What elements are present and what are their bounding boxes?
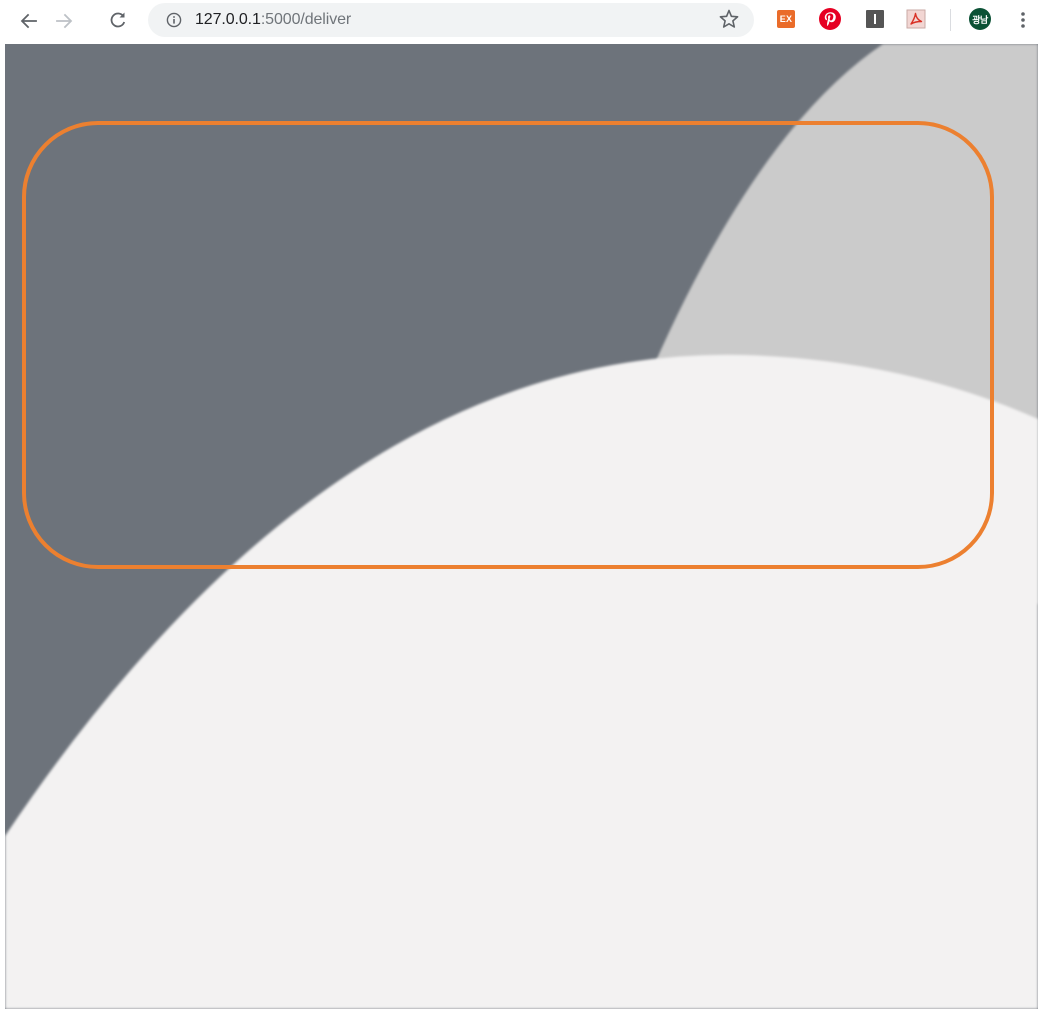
url-path: :5000/deliver — [260, 11, 352, 28]
instapaper-extension-button[interactable] — [866, 10, 884, 28]
page-background — [5, 44, 1038, 1009]
star-icon[interactable] — [718, 8, 740, 30]
forward-button[interactable] — [49, 6, 79, 36]
toolbar-divider — [950, 9, 951, 31]
address-bar[interactable]: 127.0.0.1:5000/deliver — [148, 3, 754, 37]
url-text[interactable]: 127.0.0.1:5000/deliver — [195, 11, 351, 29]
browser-toolbar: 127.0.0.1:5000/deliver EX 광남 — [0, 0, 1038, 42]
url-host: 127.0.0.1 — [195, 11, 261, 28]
arrow-right-icon — [56, 13, 73, 29]
kebab-menu-icon[interactable] — [1016, 8, 1030, 32]
ex-extension-label: EX — [779, 14, 793, 24]
profile-initials: 광남 — [972, 14, 988, 25]
acrobat-icon[interactable] — [906, 9, 926, 29]
profile-avatar[interactable]: 광남 — [969, 8, 991, 30]
back-button[interactable] — [14, 6, 44, 36]
ex-extension-button[interactable]: EX — [777, 10, 795, 28]
arrow-left-icon — [20, 13, 37, 29]
reload-icon — [110, 12, 126, 28]
reload-button[interactable] — [103, 5, 133, 35]
instapaper-icon — [874, 14, 876, 24]
page-viewport — [5, 44, 1038, 1009]
pinterest-icon[interactable] — [818, 7, 842, 31]
info-icon[interactable] — [166, 12, 182, 28]
